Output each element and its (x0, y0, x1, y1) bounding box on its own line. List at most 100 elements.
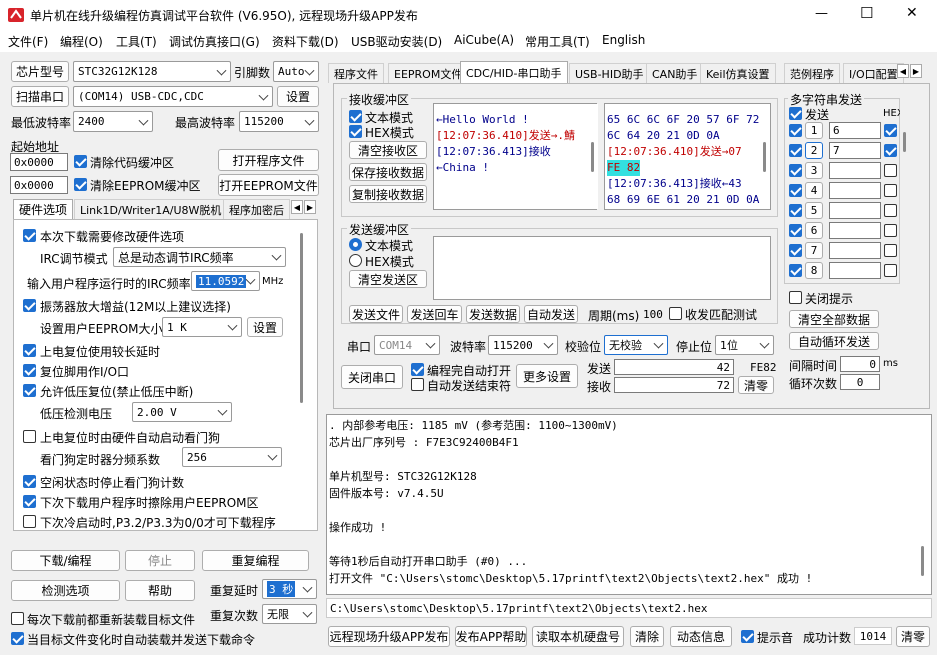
multi-row-send-button[interactable]: 8 (805, 262, 823, 279)
baud-select[interactable]: 115200 (488, 335, 558, 355)
multi-row-hex-checkbox[interactable] (884, 124, 897, 137)
clear-receive-button[interactable]: 清空接收区 (349, 141, 427, 159)
tab-can[interactable]: CAN助手 (646, 63, 704, 83)
send-data-button[interactable]: 发送数据 (466, 305, 520, 323)
period-value[interactable]: 100 (643, 308, 663, 321)
receive-hex-area[interactable]: 65 6C 6C 6F 20 57 6F 72 6C 64 20 21 0D 0… (604, 103, 771, 210)
osc-gain-checkbox[interactable] (23, 299, 36, 312)
multi-row-send-checkbox[interactable] (789, 224, 802, 237)
auto-send-download-checkbox[interactable] (11, 632, 24, 645)
auto-loop-send-button[interactable]: 自动循环发送 (789, 332, 879, 350)
stop-bits-select[interactable]: 1位 (715, 335, 774, 355)
tab-program-file[interactable]: 程序文件 (328, 63, 384, 83)
chip-model-select[interactable]: STC32G12K128 (73, 61, 231, 82)
multi-send-all-checkbox[interactable] (789, 107, 802, 120)
send-text-mode-radio[interactable] (349, 238, 362, 251)
clear-log-button[interactable]: 清除 (630, 626, 664, 647)
tab-serial-assistant[interactable]: CDC/HID-串口助手 (460, 61, 568, 83)
lvd-reset-checkbox[interactable] (23, 384, 36, 397)
code-address-input[interactable]: 0x0000 (10, 153, 68, 171)
receive-text-area[interactable]: ←Hello World ! [12:07:36.410]发送→.鯖 [12:0… (433, 103, 597, 210)
hardware-scrollbar[interactable] (297, 225, 307, 525)
menu-english[interactable]: English (602, 33, 645, 47)
beep-checkbox[interactable] (741, 630, 754, 643)
detect-options-button[interactable]: 检测选项 (11, 580, 120, 601)
menu-debug[interactable]: 调试仿真接口(G) (169, 33, 260, 50)
clear-send-button[interactable]: 清空发送区 (349, 270, 427, 288)
eeprom-address-input[interactable]: 0x0000 (10, 176, 68, 194)
clear-eeprom-checkbox[interactable] (74, 178, 87, 191)
close-button[interactable]: ✕ (906, 5, 918, 21)
scan-port-button[interactable]: 扫描串口 (11, 86, 69, 107)
tab-scroll-right-icon[interactable]: ▶ (304, 200, 316, 214)
receive-hex-scrollbar[interactable] (760, 104, 770, 209)
port-select[interactable]: (COM14) USB-CDC,CDC (73, 86, 273, 107)
open-program-button[interactable]: 打开程序文件 (218, 149, 319, 171)
stop-button[interactable]: 停止 (125, 550, 195, 571)
multi-row-send-button[interactable]: 1 (805, 122, 823, 139)
long-reset-checkbox[interactable] (23, 344, 36, 357)
minimize-button[interactable]: — (815, 6, 828, 21)
multi-row-input[interactable]: 6 (829, 122, 881, 139)
parity-select[interactable]: 无校验 (604, 335, 668, 355)
tab-keil[interactable]: Keil仿真设置 (700, 63, 776, 83)
multi-row-input[interactable] (829, 262, 881, 279)
right-tab-right-icon[interactable]: ▶ (910, 64, 922, 78)
multi-row-send-button[interactable]: 7 (805, 242, 823, 259)
publish-help-button[interactable]: 发布APP帮助 (455, 626, 527, 647)
receive-text-scrollbar[interactable] (588, 104, 598, 209)
multi-row-input[interactable] (829, 222, 881, 239)
auto-open-checkbox[interactable] (411, 363, 424, 376)
repeat-delay-select[interactable]: 3 秒 (262, 579, 317, 599)
menu-usb-driver[interactable]: USB驱动安装(D) (351, 33, 442, 50)
menu-tools[interactable]: 工具(T) (116, 33, 157, 50)
multi-row-send-button[interactable]: 4 (805, 182, 823, 199)
tab-encrypt[interactable]: 程序加密后 (223, 199, 290, 219)
wdt-div-select[interactable]: 256 (182, 447, 282, 467)
multi-row-send-button[interactable]: 2 (805, 142, 823, 159)
menu-common-tools[interactable]: 常用工具(T) (525, 33, 590, 50)
multi-row-hex-checkbox[interactable] (884, 204, 897, 217)
help-button[interactable]: 帮助 (125, 580, 195, 601)
multi-row-input[interactable] (829, 162, 881, 179)
repeat-count-select[interactable]: 无限 (262, 604, 317, 624)
multi-row-hex-checkbox[interactable] (884, 224, 897, 237)
auto-end-checkbox[interactable] (411, 378, 424, 391)
tab-scroll-left-icon[interactable]: ◀ (291, 200, 303, 214)
modify-hw-checkbox[interactable] (23, 229, 36, 242)
min-baud-select[interactable]: 2400 (73, 111, 153, 132)
tab-hardware-options[interactable]: 硬件选项 (13, 199, 74, 219)
output-log-scrollbar[interactable] (918, 416, 928, 593)
save-receive-button[interactable]: 保存接收数据 (349, 163, 427, 181)
send-text-area[interactable] (433, 236, 771, 300)
multi-row-send-button[interactable]: 3 (805, 162, 823, 179)
cold-boot-checkbox[interactable] (23, 515, 36, 528)
download-program-button[interactable]: 下载/编程 (11, 550, 120, 571)
more-settings-button[interactable]: 更多设置 (516, 364, 578, 388)
multi-row-send-checkbox[interactable] (789, 244, 802, 257)
dynamic-info-button[interactable]: 动态信息 (670, 626, 732, 647)
max-baud-select[interactable]: 115200 (239, 111, 319, 132)
chip-model-button[interactable]: 芯片型号 (11, 61, 69, 82)
clear-count-button[interactable]: 清零 (738, 376, 774, 394)
tab-io-config[interactable]: I/O口配置 (843, 63, 904, 83)
multi-row-hex-checkbox[interactable] (884, 164, 897, 177)
multi-row-hex-checkbox[interactable] (884, 144, 897, 157)
copy-receive-button[interactable]: 复制接收数据 (349, 185, 427, 203)
recv-hex-mode-checkbox[interactable] (349, 125, 362, 138)
multi-row-send-checkbox[interactable] (789, 164, 802, 177)
send-hex-mode-radio[interactable] (349, 254, 362, 267)
erase-eeprom-checkbox[interactable] (23, 495, 36, 508)
auto-send-button[interactable]: 自动发送 (524, 305, 578, 323)
right-tab-left-icon[interactable]: ◀ (897, 64, 909, 78)
multi-row-input[interactable] (829, 242, 881, 259)
tab-examples[interactable]: 范例程序 (784, 63, 840, 83)
menu-aicube[interactable]: AiCube(A) (454, 33, 514, 47)
send-file-button[interactable]: 发送文件 (349, 305, 403, 323)
close-port-button[interactable]: 关闭串口 (341, 365, 403, 389)
tab-usb-hid[interactable]: USB-HID助手 (569, 63, 650, 83)
clear-code-checkbox[interactable] (74, 155, 87, 168)
success-clear-button[interactable]: 清零 (896, 626, 930, 647)
loop-count-input[interactable]: 0 (840, 374, 880, 390)
menu-download[interactable]: 资料下载(D) (272, 33, 339, 50)
